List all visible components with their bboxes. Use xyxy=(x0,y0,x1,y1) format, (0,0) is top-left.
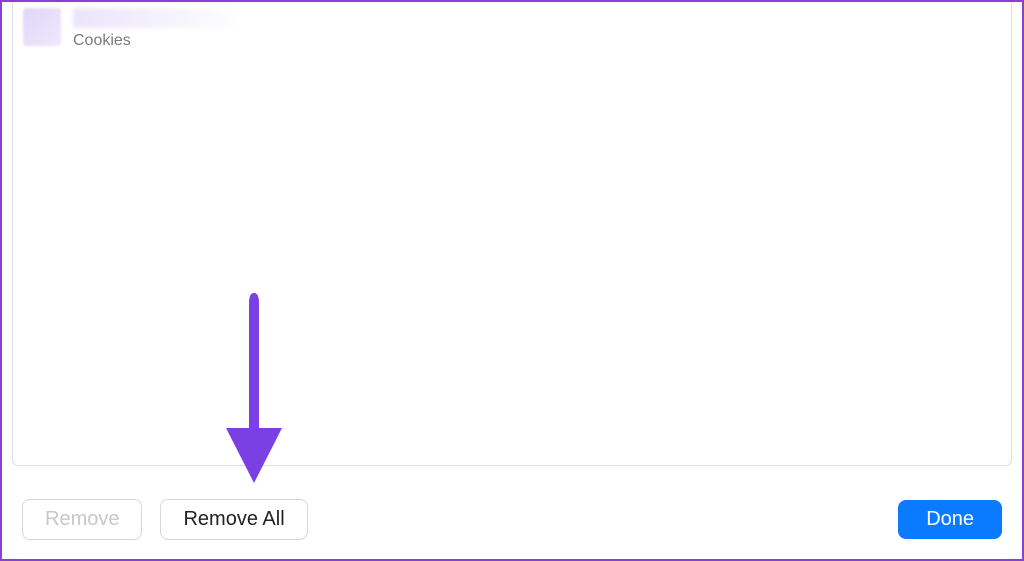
button-bar: Remove Remove All Done xyxy=(2,479,1022,559)
site-favicon xyxy=(23,8,61,46)
site-domain-redacted xyxy=(73,8,243,28)
remove-all-button[interactable]: Remove All xyxy=(160,499,307,540)
website-data-list[interactable]: Cookies xyxy=(12,2,1012,466)
remove-button[interactable]: Remove xyxy=(22,499,142,540)
list-item[interactable]: Cookies xyxy=(13,2,1011,56)
site-info: Cookies xyxy=(73,8,243,50)
site-data-type-label: Cookies xyxy=(73,32,243,50)
done-button[interactable]: Done xyxy=(898,500,1002,539)
